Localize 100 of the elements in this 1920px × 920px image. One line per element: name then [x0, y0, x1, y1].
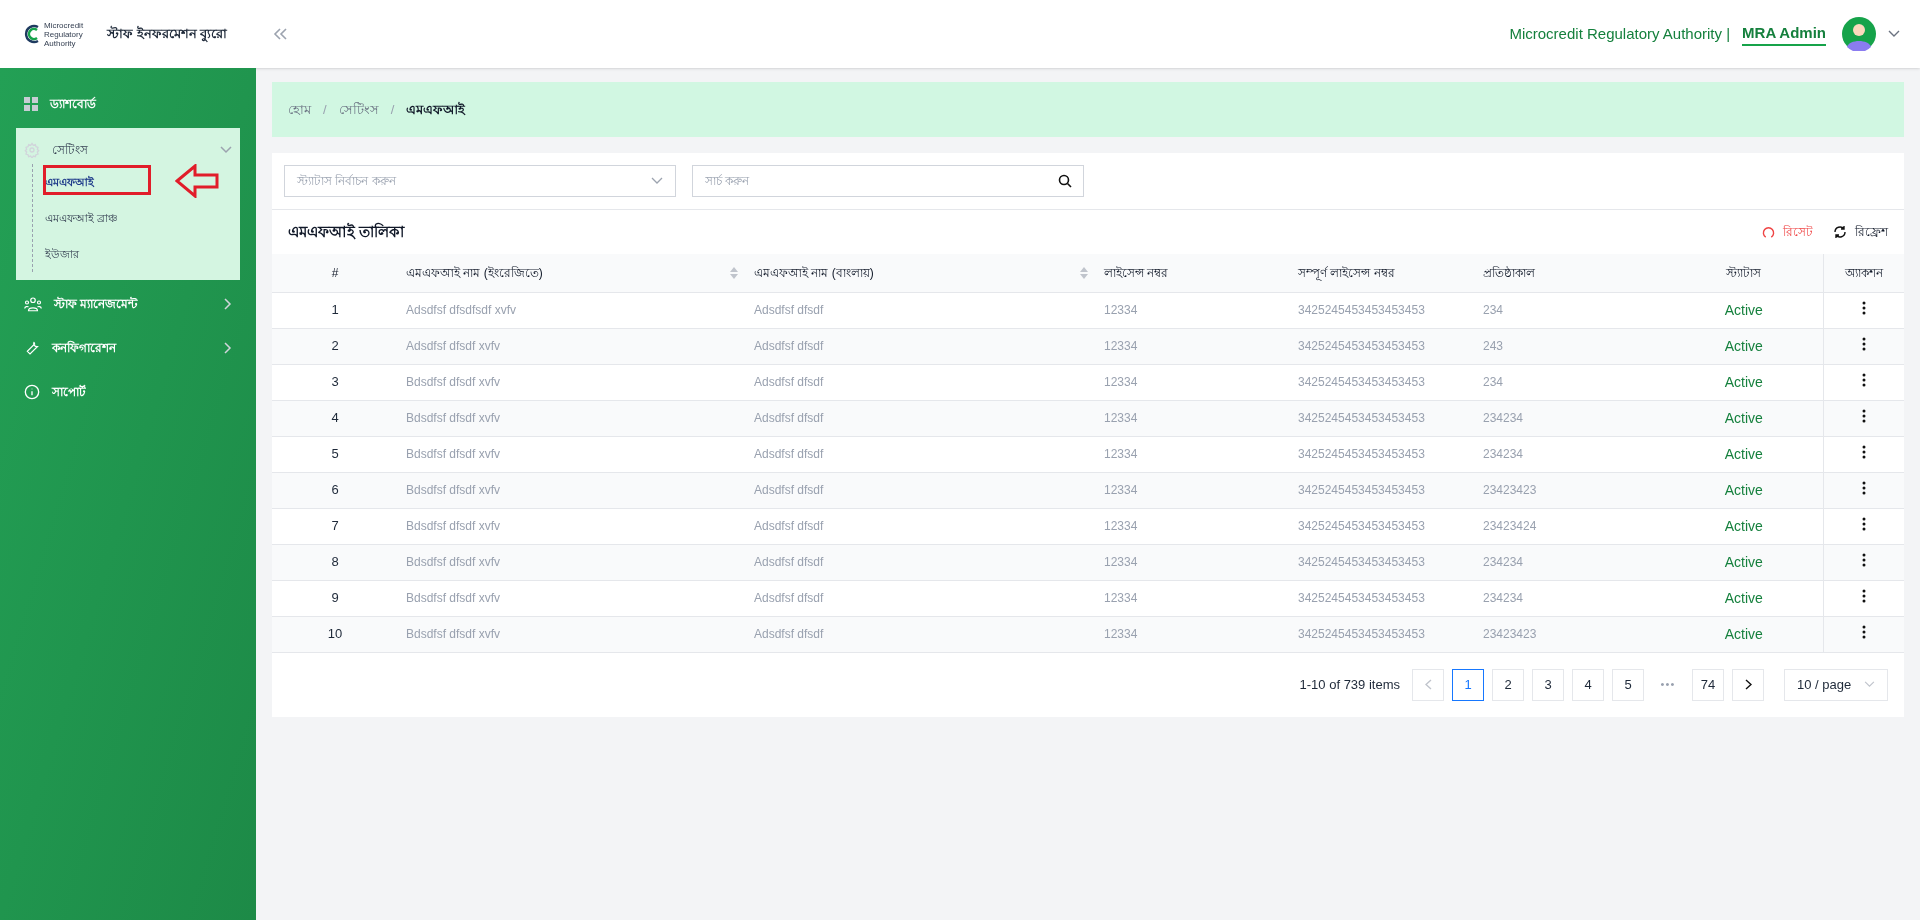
- more-icon[interactable]: [1861, 337, 1866, 351]
- sidebar-item[interactable]: স্টাফ ম্যানেজমেন্ট: [54, 295, 212, 313]
- table-cell: 9: [272, 580, 398, 616]
- submenu-item[interactable]: ইউজার: [45, 245, 79, 263]
- table-cell: 3425245453453453453: [1290, 508, 1475, 544]
- breadcrumb-separator: /: [390, 100, 395, 119]
- info-icon: [24, 384, 40, 400]
- table-cell: 234234: [1475, 544, 1665, 580]
- more-icon[interactable]: [1861, 589, 1866, 603]
- column-label: এমএফআই নাম (ইংরেজিতে): [406, 264, 543, 282]
- column-header: প্রতিষ্ঠাকাল: [1475, 254, 1665, 292]
- search-icon[interactable]: [1058, 174, 1072, 188]
- sidebar-item[interactable]: সাপোর্ট: [52, 383, 232, 401]
- reset-button[interactable]: রিসেট: [1762, 223, 1813, 241]
- table-cell: Bdsdfsf dfsdf xvfv: [398, 400, 746, 436]
- submenu-item[interactable]: এমএফআই ব্রাঞ্চ: [45, 209, 119, 227]
- chevron-down-icon: [1864, 681, 1875, 688]
- table-cell: Bdsdfsf dfsdf xvfv: [398, 436, 746, 472]
- table-cell: 3425245453453453453: [1290, 436, 1475, 472]
- chevron-right-icon: [1744, 679, 1752, 690]
- chevron-down-icon[interactable]: [1888, 30, 1900, 38]
- more-icon[interactable]: [1861, 301, 1866, 315]
- table-cell: 12334: [1096, 544, 1290, 580]
- user-name-link[interactable]: MRA Admin: [1742, 21, 1826, 47]
- breadcrumb-item[interactable]: হোম: [288, 99, 311, 120]
- table-cell: 12334: [1096, 400, 1290, 436]
- arrow-drawing: [175, 164, 219, 198]
- table-cell: Active: [1665, 544, 1823, 580]
- avatar-icon[interactable]: [1842, 17, 1876, 51]
- table-cell: Active: [1665, 292, 1823, 328]
- table-cell: 234234: [1475, 400, 1665, 436]
- table-cell: 2: [272, 328, 398, 364]
- table-cell: Bdsdfsf dfsdf xvfv: [398, 616, 746, 652]
- more-icon[interactable]: [1861, 481, 1866, 495]
- breadcrumb-item[interactable]: সেটিংস: [338, 99, 379, 120]
- logo: Microcredit Regulatory Authority: [24, 20, 84, 48]
- table-cell: Adsdfsf dfsdfsdf xvfv: [398, 292, 746, 328]
- table-cell: 12334: [1096, 472, 1290, 508]
- table-cell: 12334: [1096, 292, 1290, 328]
- table-cell: Active: [1665, 580, 1823, 616]
- page-button[interactable]: 4: [1572, 668, 1604, 701]
- table-cell: Adsdfsf dfsdf xvfv: [398, 328, 746, 364]
- wrench-icon: [24, 340, 40, 356]
- ellipsis: •••: [1659, 677, 1677, 693]
- column-label: এমএফআই নাম (বাংলায়): [754, 264, 874, 282]
- table-cell: 3425245453453453453: [1290, 328, 1475, 364]
- reset-icon: [1762, 225, 1775, 239]
- table-cell: Active: [1665, 364, 1823, 400]
- page-button[interactable]: 1: [1452, 668, 1484, 701]
- page-button[interactable]: 74: [1692, 668, 1724, 701]
- search-field[interactable]: সার্চ করুন: [692, 165, 1084, 197]
- table-cell: 3425245453453453453: [1290, 400, 1475, 436]
- table-cell: Adsdfsf dfsdf: [746, 616, 1096, 652]
- table-cell: Adsdfsf dfsdf: [746, 400, 1096, 436]
- page-button[interactable]: 3: [1532, 668, 1564, 701]
- page-size-select[interactable]: 10 / page: [1784, 668, 1888, 701]
- page-button[interactable]: 2: [1492, 668, 1524, 701]
- refresh-icon: [1833, 225, 1847, 239]
- people-icon: [24, 296, 42, 312]
- table-cell: 3425245453453453453: [1290, 472, 1475, 508]
- column-header: সম্পূর্ণ লাইসেন্স নম্বর: [1290, 254, 1475, 292]
- more-icon[interactable]: [1861, 373, 1866, 387]
- table-cell: Adsdfsf dfsdf: [746, 328, 1096, 364]
- chevron-right-icon: [224, 298, 232, 310]
- table-cell: Adsdfsf dfsdf: [746, 508, 1096, 544]
- more-icon[interactable]: [1861, 409, 1866, 423]
- table-cell: 12334: [1096, 328, 1290, 364]
- sidebar-item[interactable]: কনফিগারেশন: [52, 339, 212, 357]
- table-cell: 12334: [1096, 616, 1290, 652]
- table-cell: Bdsdfsf dfsdf xvfv: [398, 580, 746, 616]
- table-cell: Active: [1665, 472, 1823, 508]
- submenu-item[interactable]: এমএফআই: [45, 173, 94, 191]
- table-cell: Active: [1665, 400, 1823, 436]
- table-cell: 10: [272, 616, 398, 652]
- table-cell: 3425245453453453453: [1290, 292, 1475, 328]
- table-cell: 234: [1475, 292, 1665, 328]
- table-cell: 3425245453453453453: [1290, 616, 1475, 652]
- table-cell: Adsdfsf dfsdf: [746, 436, 1096, 472]
- page-button[interactable]: 5: [1612, 668, 1644, 701]
- breadcrumb-item: এমএফআই: [406, 100, 466, 119]
- column-header: লাইসেন্স নম্বর: [1096, 254, 1290, 292]
- column-header: #: [272, 254, 398, 292]
- table-cell: Active: [1665, 328, 1823, 364]
- table-cell: 234: [1475, 364, 1665, 400]
- table-cell: 12334: [1096, 436, 1290, 472]
- table-cell: 7: [272, 508, 398, 544]
- table-cell: 3425245453453453453: [1290, 364, 1475, 400]
- sidebar-item[interactable]: ড্যাশবোর্ড: [50, 95, 232, 113]
- settings-icon: [24, 142, 40, 158]
- table-title: এমএফআই তালিকা: [288, 221, 406, 242]
- more-icon[interactable]: [1861, 445, 1866, 459]
- table-cell: 3425245453453453453: [1290, 544, 1475, 580]
- table-cell: Bdsdfsf dfsdf xvfv: [398, 472, 746, 508]
- table-cell: Adsdfsf dfsdf: [746, 472, 1096, 508]
- chevron-left-icon: [1424, 679, 1432, 690]
- refresh-button[interactable]: রিফ্রেশ: [1833, 223, 1888, 241]
- more-icon[interactable]: [1861, 625, 1866, 639]
- more-icon[interactable]: [1861, 553, 1866, 567]
- more-icon[interactable]: [1861, 517, 1866, 531]
- sidebar-item[interactable]: সেটিংস: [52, 141, 208, 159]
